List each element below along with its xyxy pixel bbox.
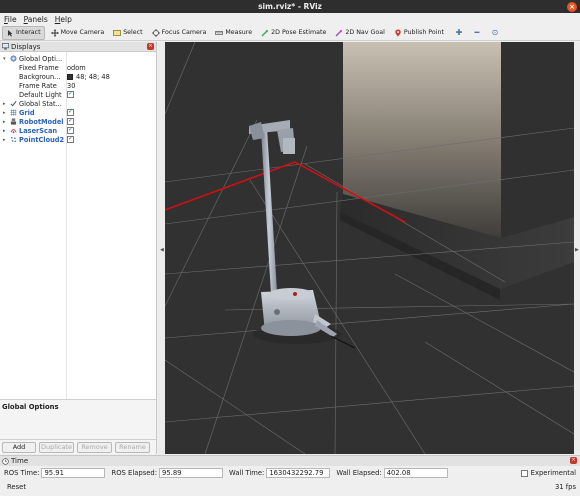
wall-time-field[interactable]: 1630432292.79	[266, 468, 331, 478]
background-color-swatch[interactable]	[67, 73, 73, 80]
point-cloud-icon	[10, 136, 17, 143]
collapsed-arrow-icon[interactable]: ▸	[3, 137, 6, 143]
grid-checkbox[interactable]	[67, 108, 74, 116]
wall-time-label: Wall Time:	[229, 469, 265, 477]
ros-time-label: ROS Time:	[4, 469, 40, 477]
background-color-value: 48; 48; 48	[76, 72, 110, 81]
nav-goal-button[interactable]: 2D Nav Goal	[332, 26, 388, 40]
time-close-button[interactable]: ×	[570, 457, 577, 464]
robot-model-checkbox[interactable]	[67, 117, 74, 125]
gear-icon	[10, 55, 17, 62]
publish-point-icon	[395, 29, 401, 36]
tool-bar: Interact Move Camera Select Focus Camera…	[0, 25, 580, 41]
rename-display-button[interactable]: Rename	[115, 441, 150, 453]
tree-item-grid[interactable]: ▸ Grid	[0, 108, 156, 117]
menu-panels[interactable]: Panels	[24, 15, 48, 24]
menu-file[interactable]: File	[4, 15, 17, 24]
tree-item-global-options[interactable]: ▾ Global Opti...	[0, 54, 156, 63]
add-tool-icon[interactable]: ✚	[453, 27, 465, 39]
move-camera-button[interactable]: Move Camera	[48, 26, 108, 40]
experimental-option[interactable]: Experimental	[520, 469, 576, 477]
tree-item-frame-rate[interactable]: Frame Rate 30	[0, 81, 156, 90]
menu-bar: File Panels Help	[0, 13, 580, 25]
tree-item-point-cloud[interactable]: ▸ PointCloud2	[0, 135, 156, 144]
time-panel-header: Time ×	[0, 456, 580, 466]
displays-panel-header: Displays ×	[0, 42, 156, 52]
render-viewport[interactable]	[165, 42, 574, 454]
frame-rate-value[interactable]: 30	[67, 82, 75, 90]
time-panel: Time × ROS Time: 95.91 ROS Elapsed: 95.8…	[0, 455, 580, 496]
focus-camera-icon	[151, 28, 160, 37]
wall-elapsed-field[interactable]: 402.08	[383, 468, 448, 478]
collapsed-arrow-icon[interactable]: ▸	[3, 128, 6, 134]
point-cloud-checkbox[interactable]	[67, 135, 74, 143]
ros-time-field[interactable]: 95.91	[41, 468, 106, 478]
window-titlebar: sim.rviz* - RViz ×	[0, 0, 580, 13]
left-panel-splitter[interactable]: ◀	[158, 42, 165, 454]
collapse-right-arrow-icon[interactable]: ▶	[575, 247, 579, 253]
remove-tool-icon[interactable]: ━	[471, 27, 483, 39]
displays-tree[interactable]: ▾ Global Opti... Fixed Frame odom Backgr…	[0, 52, 156, 400]
focus-camera-button[interactable]: Focus Camera	[149, 26, 210, 40]
laser-scan-icon	[10, 129, 17, 134]
add-display-button[interactable]: Add	[2, 441, 36, 453]
clock-icon	[2, 457, 9, 465]
publish-point-button[interactable]: Publish Point	[391, 26, 447, 40]
menu-help[interactable]: Help	[55, 15, 72, 24]
measure-icon	[215, 30, 224, 35]
remove-display-button[interactable]: Remove	[77, 441, 112, 453]
select-button[interactable]: Select	[110, 26, 145, 40]
collapsed-arrow-icon[interactable]: ▸	[3, 101, 6, 107]
select-icon	[113, 29, 122, 36]
reset-button[interactable]: Reset	[4, 482, 29, 493]
window-close-button[interactable]: ×	[567, 2, 577, 12]
window-title: sim.rviz* - RViz	[258, 2, 322, 11]
pose-estimate-button[interactable]: 2D Pose Estimate	[258, 26, 329, 40]
render-scene	[165, 42, 574, 454]
fps-counter: 31 fps	[554, 483, 576, 491]
status-bar: Reset 31 fps	[0, 480, 580, 494]
description-title: Global Options	[2, 403, 59, 411]
collapsed-arrow-icon[interactable]: ▸	[3, 119, 6, 125]
tree-item-robot-model[interactable]: ▸ RobotModel	[0, 117, 156, 126]
time-fields-row: ROS Time: 95.91 ROS Elapsed: 95.89 Wall …	[0, 466, 580, 480]
tree-item-background[interactable]: Backgroun... 48; 48; 48	[0, 72, 156, 81]
tree-item-global-status[interactable]: ▸ Global Stat...	[0, 99, 156, 108]
property-description: Global Options	[0, 400, 156, 440]
laser-scan-checkbox[interactable]	[67, 126, 74, 134]
fixed-frame-value[interactable]: odom	[67, 64, 86, 72]
displays-panel: Displays × ▾ Global Opti... Fixed Frame …	[0, 42, 157, 454]
duplicate-display-button[interactable]: Duplicate	[39, 441, 74, 453]
check-status-icon	[10, 101, 17, 107]
nav-goal-icon	[335, 29, 343, 36]
interact-icon	[8, 29, 13, 36]
pose-estimate-icon	[261, 29, 269, 36]
ros-elapsed-field[interactable]: 95.89	[159, 468, 224, 478]
expanded-arrow-icon[interactable]: ▾	[3, 56, 6, 62]
measure-button[interactable]: Measure	[212, 26, 255, 40]
collapsed-arrow-icon[interactable]: ▸	[3, 110, 6, 116]
displays-close-button[interactable]: ×	[147, 43, 154, 50]
robot-model-icon	[10, 118, 17, 125]
grid-icon	[10, 109, 17, 116]
experimental-label: Experimental	[530, 469, 576, 477]
default-light-checkbox[interactable]	[67, 90, 74, 98]
move-camera-icon	[50, 28, 59, 37]
tree-item-fixed-frame[interactable]: Fixed Frame odom	[0, 63, 156, 72]
camera-view-icon[interactable]: ⊙	[489, 27, 501, 39]
right-panel-splitter[interactable]: ▶	[574, 42, 580, 454]
wall-elapsed-label: Wall Elapsed:	[336, 469, 382, 477]
displays-title: Displays	[11, 42, 41, 51]
time-title: Time	[11, 457, 29, 465]
ros-elapsed-label: ROS Elapsed:	[111, 469, 158, 477]
monitor-icon	[2, 43, 9, 50]
interact-button[interactable]: Interact	[2, 25, 45, 40]
collapse-left-arrow-icon[interactable]: ◀	[160, 247, 164, 253]
tree-item-laser-scan[interactable]: ▸ LaserScan	[0, 126, 156, 135]
displays-button-row: Add Duplicate Remove Rename	[0, 440, 156, 454]
tree-item-default-light[interactable]: Default Light	[0, 90, 156, 99]
experimental-checkbox[interactable]	[520, 469, 528, 477]
